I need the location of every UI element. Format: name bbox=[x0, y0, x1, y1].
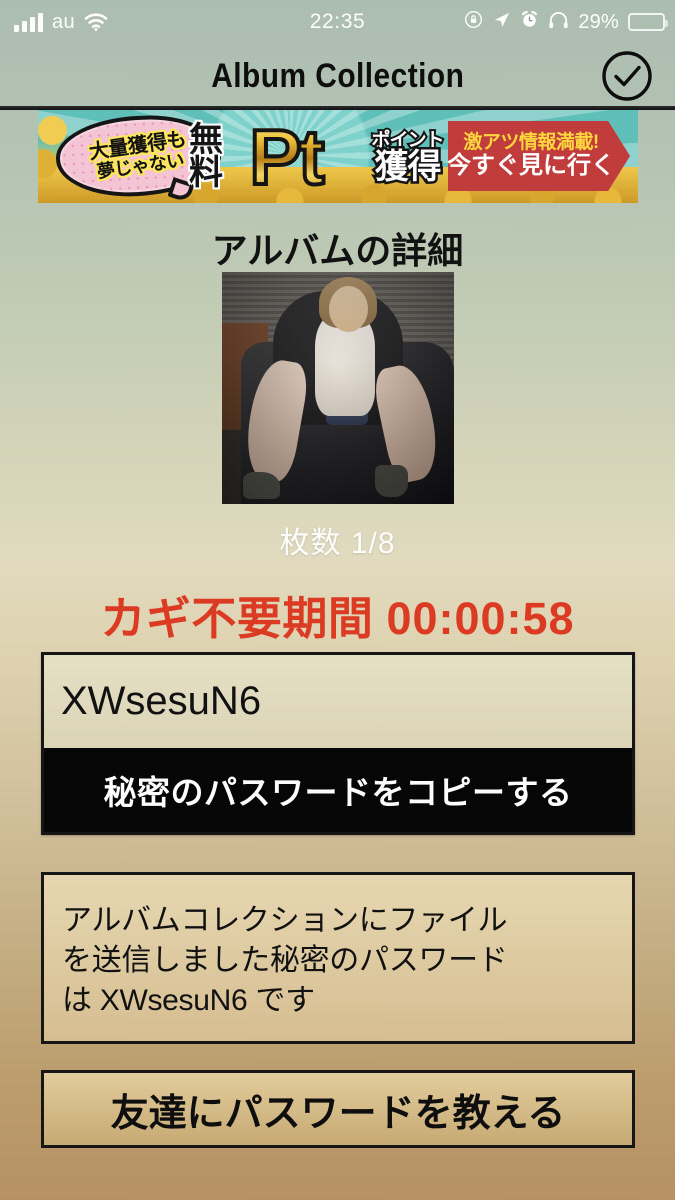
banner-cta-button[interactable]: 激アツ情報満載! 今すぐ見に行く bbox=[448, 121, 630, 191]
password-field[interactable]: XWsesuN6 bbox=[44, 655, 632, 748]
location-arrow-icon bbox=[492, 10, 511, 34]
alarm-clock-icon bbox=[520, 10, 539, 34]
album-detail-heading: アルバムの詳細 bbox=[211, 230, 464, 271]
nav-bar: Album Collection bbox=[0, 44, 675, 108]
countdown-label: カギ不要期間 bbox=[100, 593, 374, 644]
rotation-lock-icon bbox=[464, 10, 483, 34]
share-message-line3: は XWsesuN6 です bbox=[62, 983, 315, 1017]
headphones-icon bbox=[548, 11, 569, 34]
photo-count-label: 枚数 1/8 bbox=[279, 527, 396, 560]
check-circle-icon[interactable] bbox=[601, 50, 653, 102]
battery-icon bbox=[628, 13, 668, 31]
countdown-value: 00:00:58 bbox=[386, 593, 575, 644]
page-title: Album Collection bbox=[210, 56, 465, 95]
share-message-line1: アルバムコレクションにファイル bbox=[62, 904, 508, 937]
share-message-box[interactable]: アルバムコレクションにファイル を送信しました秘密のパスワード は XWsesu… bbox=[41, 872, 635, 1044]
banner-free-line2: 料 bbox=[189, 154, 223, 192]
share-message-line2: を送信しました秘密のパスワード bbox=[62, 943, 508, 977]
battery-percent-label: 29% bbox=[578, 10, 619, 33]
banner-kakutoku-label: 獲得 bbox=[372, 148, 444, 187]
share-password-button[interactable]: 友達にパスワードを教える bbox=[41, 1070, 635, 1148]
thumbnail-vignette bbox=[222, 272, 454, 504]
countdown-timer: カギ不要期間 00:00:58 bbox=[0, 582, 675, 647]
password-panel: XWsesuN6 秘密のパスワードをコピーする bbox=[41, 652, 635, 835]
status-bar-right: 29% bbox=[464, 10, 668, 34]
album-thumbnail[interactable] bbox=[222, 272, 454, 504]
banner-point-text: ポイント 獲得 bbox=[350, 118, 465, 198]
banner-pt-logo: Pt bbox=[223, 111, 348, 203]
status-bar: au 22:35 29% bbox=[0, 0, 675, 44]
promo-banner[interactable]: 大量獲得も 夢じゃない 無 料 Pt ポイント 獲得 激アツ情報満載! 今すぐ見… bbox=[38, 110, 638, 203]
copy-password-button[interactable]: 秘密のパスワードをコピーする bbox=[44, 748, 632, 832]
banner-cta-line2: 今すぐ見に行く bbox=[447, 152, 615, 180]
banner-cta-line1: 激アツ情報満載! bbox=[463, 131, 599, 153]
banner-free-line1: 無 bbox=[189, 120, 223, 159]
